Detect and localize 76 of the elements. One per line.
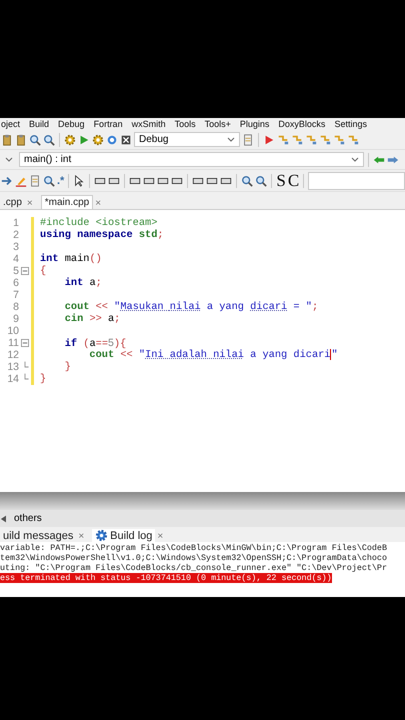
magnifier-icon[interactable] bbox=[43, 134, 55, 146]
line-number: 8 bbox=[12, 301, 19, 313]
close-icon[interactable]: × bbox=[78, 531, 84, 542]
symbol-dropdown[interactable]: main() : int bbox=[19, 152, 364, 167]
line-number: 6 bbox=[12, 277, 19, 289]
document-icon[interactable] bbox=[29, 174, 41, 186]
letter-button[interactable]: C bbox=[288, 172, 300, 190]
menu-item[interactable]: Debug bbox=[58, 118, 85, 130]
log-line: tem32\WindowsPowerShell\v1.0;C:\Windows\System32\OpenSSH;C:\ProgramData\choco bbox=[0, 553, 387, 563]
code-line: cout << "Ini adalah nilai a yang dicari" bbox=[88, 348, 338, 362]
close-icon[interactable]: × bbox=[157, 531, 164, 542]
line-number: 10 bbox=[6, 325, 19, 337]
panel-splitter[interactable] bbox=[0, 492, 405, 510]
line-number: 5 bbox=[12, 265, 19, 277]
menu-item[interactable]: Build bbox=[29, 118, 50, 130]
clipboard-icon[interactable] bbox=[15, 134, 27, 146]
log-tab[interactable]: Build log bbox=[92, 529, 156, 542]
log-line: uting: "C:\Program Files\CodeBlocks/cb_console_runner.exe" "C:\Dev\Project\Pr bbox=[0, 563, 387, 573]
document-icon[interactable] bbox=[242, 134, 254, 146]
chevron-icon[interactable] bbox=[227, 137, 235, 142]
play-icon[interactable] bbox=[263, 134, 275, 146]
menu-item[interactable]: Settings bbox=[334, 118, 367, 130]
code-line: { bbox=[40, 265, 46, 277]
file-tab[interactable]: .cpp bbox=[0, 196, 25, 209]
regex-button[interactable]: .* bbox=[57, 174, 64, 186]
pencil-icon[interactable] bbox=[15, 174, 27, 186]
arrow-icon[interactable] bbox=[1, 174, 13, 186]
menu-item[interactable]: Fortran bbox=[94, 118, 123, 130]
line-number: 3 bbox=[12, 241, 19, 253]
chevron-icon[interactable] bbox=[5, 157, 13, 162]
line-number: 9 bbox=[12, 313, 19, 325]
build-target-dropdown[interactable]: Debug bbox=[134, 132, 240, 147]
search-field[interactable] bbox=[308, 172, 405, 190]
close-icon[interactable]: × bbox=[95, 198, 102, 209]
close-icon[interactable]: × bbox=[26, 198, 33, 209]
log-tab[interactable]: uild messages bbox=[0, 530, 76, 542]
stop-icon[interactable] bbox=[120, 134, 132, 146]
code-line: } bbox=[64, 361, 71, 373]
magnifier-icon[interactable] bbox=[241, 174, 254, 186]
letter-button[interactable]: S bbox=[276, 172, 286, 190]
line-number: 4 bbox=[12, 253, 19, 265]
code-line: } bbox=[40, 373, 46, 385]
menu-item[interactable]: Tools+ bbox=[204, 118, 231, 130]
menu-item[interactable]: wxSmith bbox=[132, 118, 166, 130]
menu-item[interactable]: Plugins bbox=[240, 118, 270, 130]
menu-item[interactable]: oject bbox=[1, 118, 20, 130]
line-number: 2 bbox=[12, 229, 19, 241]
log-line: variable: PATH=.;C:\Program Files\CodeBlocks\MinGW\bin;C:\Program Files\CodeB bbox=[0, 543, 387, 553]
line-number: 7 bbox=[12, 289, 19, 301]
chevron-icon[interactable] bbox=[351, 157, 359, 162]
line-number: 13 bbox=[6, 361, 19, 373]
panel-title: others bbox=[14, 513, 42, 524]
gear-icon[interactable] bbox=[64, 134, 76, 146]
code-line: #include <iostream> bbox=[40, 217, 158, 229]
code-line: int a; bbox=[64, 277, 102, 289]
file-tab[interactable]: *main.cpp bbox=[40, 195, 94, 209]
gear-icon[interactable] bbox=[92, 134, 104, 146]
line-number: 11 bbox=[7, 337, 19, 349]
fold-icon[interactable] bbox=[21, 267, 29, 275]
clipboard-icon[interactable] bbox=[1, 134, 13, 146]
code-line: int main() bbox=[40, 253, 102, 265]
code-line: cout << "Masukan nilai a yang dicari = "; bbox=[64, 301, 318, 313]
menu-item[interactable]: DoxyBlocks bbox=[278, 118, 326, 130]
magnifier-icon[interactable] bbox=[29, 134, 41, 146]
code-line: if (a==5){ bbox=[64, 336, 126, 350]
code-line: cin >> a; bbox=[64, 313, 120, 325]
line-number: 12 bbox=[6, 349, 19, 361]
line-number: 1 bbox=[12, 217, 19, 229]
pointer-icon[interactable] bbox=[73, 174, 86, 186]
fold-icon[interactable] bbox=[21, 339, 29, 347]
menu-item[interactable]: Tools bbox=[174, 118, 196, 130]
magnifier-icon[interactable] bbox=[255, 174, 268, 186]
play-icon[interactable] bbox=[78, 134, 90, 146]
line-number: 14 bbox=[6, 373, 19, 385]
code-line: using namespace std; bbox=[40, 229, 164, 241]
magnifier-icon[interactable] bbox=[43, 174, 55, 186]
